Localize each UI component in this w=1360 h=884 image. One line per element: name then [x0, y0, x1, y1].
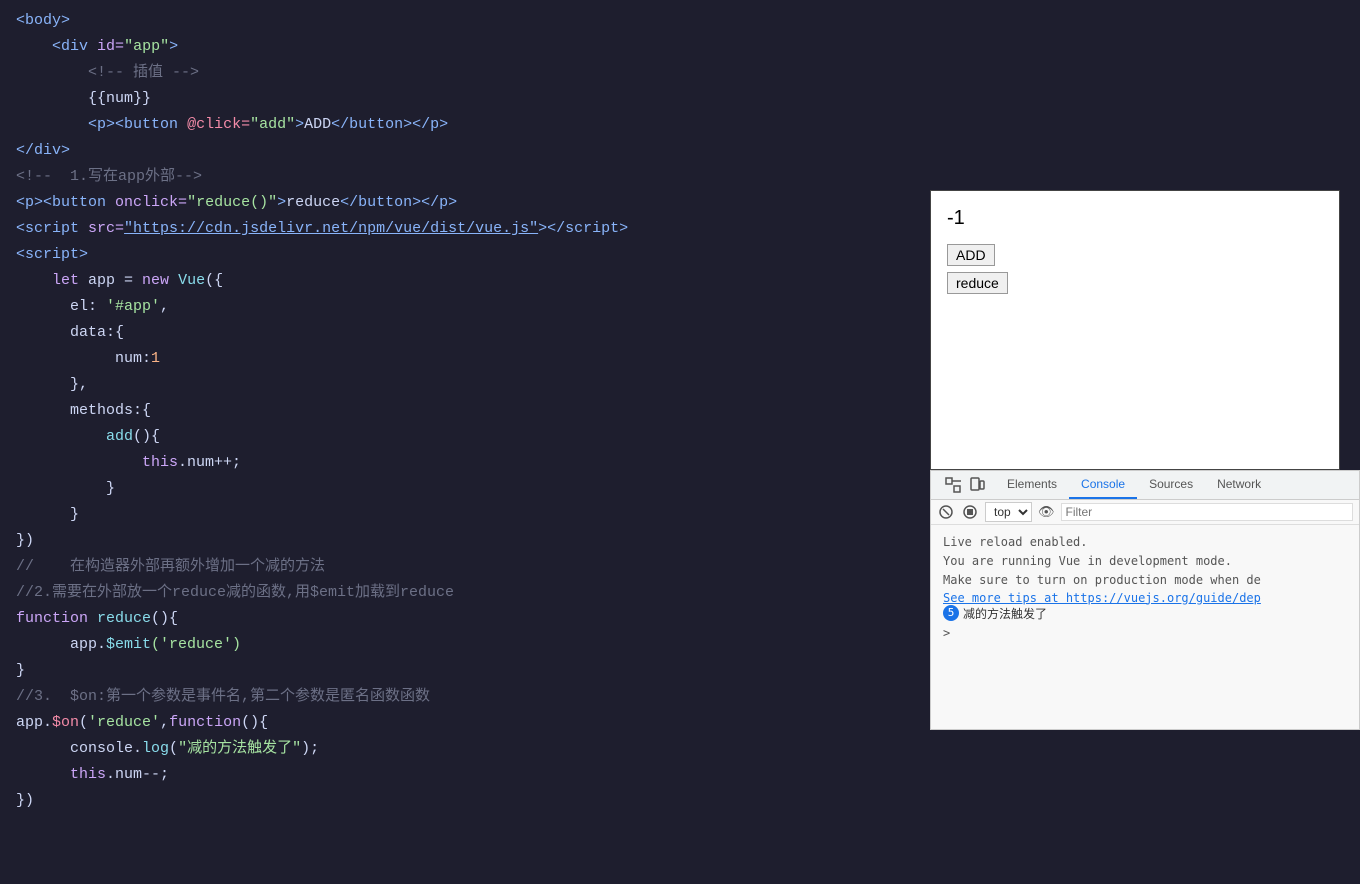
tab-console[interactable]: Console — [1069, 471, 1137, 499]
console-line-1: Live reload enabled. — [943, 533, 1347, 552]
console-line-5: 5 减的方法触发了 — [943, 605, 1347, 622]
code-line-21: }) — [0, 528, 920, 554]
code-line-6: </div> — [0, 138, 920, 164]
code-line-18: this .num++; — [0, 450, 920, 476]
console-line-4[interactable]: See more tips at https://vuejs.org/guide… — [943, 591, 1347, 605]
code-line-2: <div id= "app" > — [0, 34, 920, 60]
code-line-13: data:{ — [0, 320, 920, 346]
code-line-20: } — [0, 502, 920, 528]
clear-console-icon[interactable] — [937, 503, 955, 521]
devtools-panel: Elements Console Sources Network top 👁 L… — [930, 470, 1360, 730]
code-line-25: app. $emit ('reduce') — [0, 632, 920, 658]
console-error-text: 减的方法触发了 — [963, 605, 1047, 622]
code-line-17: add (){ — [0, 424, 920, 450]
code-line-19: } — [0, 476, 920, 502]
preview-reduce-button[interactable]: reduce — [947, 272, 1008, 294]
console-line-2: You are running Vue in development mode. — [943, 552, 1347, 571]
devtools-tab-bar: Elements Console Sources Network — [931, 471, 1359, 500]
devtools-icon-area — [935, 471, 995, 499]
console-filter-input[interactable] — [1061, 503, 1353, 521]
code-line-12: el: '#app' , — [0, 294, 920, 320]
code-line-22: // 在构造器外部再额外增加一个减的方法 — [0, 554, 920, 580]
tab-sources[interactable]: Sources — [1137, 471, 1205, 499]
code-line-1: <body> — [0, 8, 920, 34]
console-line-3: Make sure to turn on production mode whe… — [943, 571, 1347, 590]
code-editor: <body> <div id= "app" > <!-- 插值 --> {{nu… — [0, 0, 920, 884]
inspector-icon[interactable] — [943, 475, 963, 495]
devtools-content: Live reload enabled. You are running Vue… — [931, 525, 1359, 648]
eye-icon[interactable]: 👁 — [1038, 504, 1055, 520]
code-line-30: this .num--; — [0, 762, 920, 788]
code-line-5: <p> <button @click= "add" > ADD </button… — [0, 112, 920, 138]
code-line-16: methods:{ — [0, 398, 920, 424]
code-line-28: app. $on ( 'reduce' , function (){ — [0, 710, 920, 736]
stop-icon[interactable] — [961, 503, 979, 521]
code-line-9: <script src= "https://cdn.jsdelivr.net/n… — [0, 216, 920, 242]
code-line-3: <!-- 插值 --> — [0, 60, 920, 86]
devtools-toolbar: top 👁 — [931, 500, 1359, 525]
code-line-26: } — [0, 658, 920, 684]
code-line-11: let app = new Vue ({ — [0, 268, 920, 294]
code-line-10: <script> — [0, 242, 920, 268]
tab-network[interactable]: Network — [1205, 471, 1273, 499]
code-line-23: //2.需要在外部放一个reduce减的函数,用$emit加载到reduce — [0, 580, 920, 606]
badge-icon: 5 — [943, 605, 959, 621]
code-line-29: console. log ( "减的方法触发了" ); — [0, 736, 920, 762]
console-prompt[interactable]: > — [943, 626, 1347, 640]
context-select[interactable]: top — [985, 502, 1032, 522]
preview-add-button[interactable]: ADD — [947, 244, 995, 266]
code-line-14: num: 1 — [0, 346, 920, 372]
tag-body-open: <body> — [16, 9, 70, 33]
preview-panel: -1 ADD reduce — [930, 190, 1340, 470]
code-line-4: {{num}} — [0, 86, 920, 112]
code-line-7: <!-- 1.写在app外部--> — [0, 164, 920, 190]
preview-number: -1 — [931, 191, 1339, 238]
code-line-24: function reduce (){ — [0, 606, 920, 632]
code-line-27: //3. $on:第一个参数是事件名,第二个参数是匿名函数函数 — [0, 684, 920, 710]
code-line-8: <p> <button onclick= "reduce()" > reduce… — [0, 190, 920, 216]
code-line-15: }, — [0, 372, 920, 398]
code-line-31: }) — [0, 788, 920, 814]
tab-elements[interactable]: Elements — [995, 471, 1069, 499]
device-icon[interactable] — [967, 475, 987, 495]
